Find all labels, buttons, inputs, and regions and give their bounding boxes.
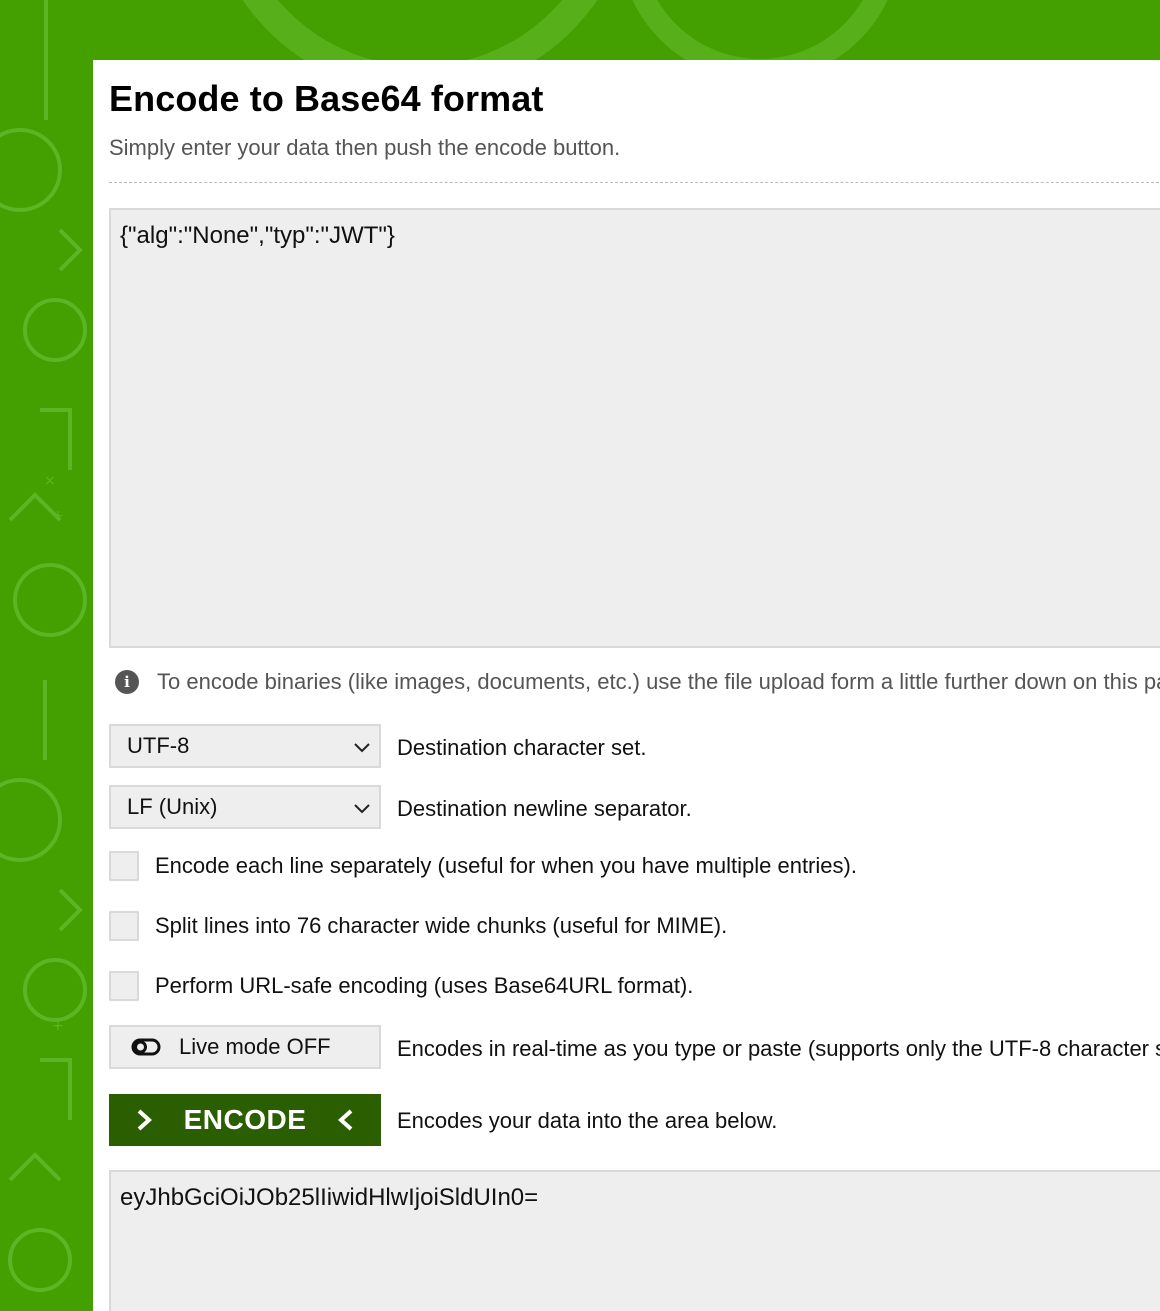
newline-label: Destination newline separator.: [397, 796, 692, 821]
split-lines-checkbox[interactable]: [109, 911, 139, 941]
newline-selected-value: LF (Unix): [127, 794, 218, 819]
info-icon: i: [115, 670, 139, 694]
info-note: i To encode binaries (like images, docum…: [115, 668, 1160, 696]
svg-text:+: +: [52, 508, 64, 524]
input-textarea[interactable]: {"alg":"None","typ":"JWT"}: [109, 208, 1160, 648]
encode-label: ENCODE: [183, 1104, 307, 1135]
url-safe-label: Perform URL-safe encoding (uses Base64UR…: [155, 973, 694, 998]
page-subtitle: Simply enter your data then push the enc…: [109, 135, 621, 160]
chevron-right-icon: [137, 1109, 152, 1131]
encode-button[interactable]: ENCODE: [109, 1094, 381, 1146]
url-safe-checkbox[interactable]: [109, 971, 139, 1001]
output-textarea[interactable]: eyJhbGciOiJOb25lIiwidHlwIjoiSldUIn0=: [109, 1170, 1160, 1311]
chevron-down-icon: [354, 743, 370, 753]
background-sidebar: + × +: [0, 0, 93, 1311]
background-header: [0, 0, 1160, 60]
encode-each-line-checkbox[interactable]: [109, 851, 139, 881]
info-text: To encode binaries (like images, documen…: [157, 669, 1160, 694]
toggle-icon: [131, 1038, 161, 1056]
chevron-left-icon: [338, 1109, 353, 1131]
newline-select[interactable]: LF (Unix): [109, 785, 381, 829]
split-lines-label: Split lines into 76 character wide chunk…: [155, 913, 728, 938]
page-title: Encode to Base64 format: [109, 78, 544, 119]
background-pattern: [2, 0, 888, 60]
option-url-safe: Perform URL-safe encoding (uses Base64UR…: [109, 971, 693, 1001]
option-split-lines: Split lines into 76 character wide chunk…: [109, 911, 727, 941]
live-mode-description: Encodes in real-time as you type or past…: [397, 1036, 1160, 1061]
svg-text:×: ×: [44, 473, 56, 489]
option-encode-each-line: Encode each line separately (useful for …: [109, 851, 857, 881]
encode-each-line-label: Encode each line separately (useful for …: [155, 853, 857, 878]
charset-selected-value: UTF-8: [127, 733, 190, 758]
main-panel: Encode to Base64 format Simply enter you…: [93, 60, 1160, 1311]
chevron-down-icon: [354, 804, 370, 814]
svg-text:+: +: [52, 1018, 64, 1034]
encode-description: Encodes your data into the area below.: [397, 1108, 778, 1133]
charset-label: Destination character set.: [397, 735, 647, 760]
background-doodles: + × +: [0, 0, 87, 1292]
divider: [109, 182, 1160, 183]
charset-select[interactable]: UTF-8: [109, 724, 381, 768]
live-mode-button[interactable]: Live mode OFF: [109, 1025, 381, 1069]
live-mode-label: Live mode OFF: [179, 1034, 331, 1059]
